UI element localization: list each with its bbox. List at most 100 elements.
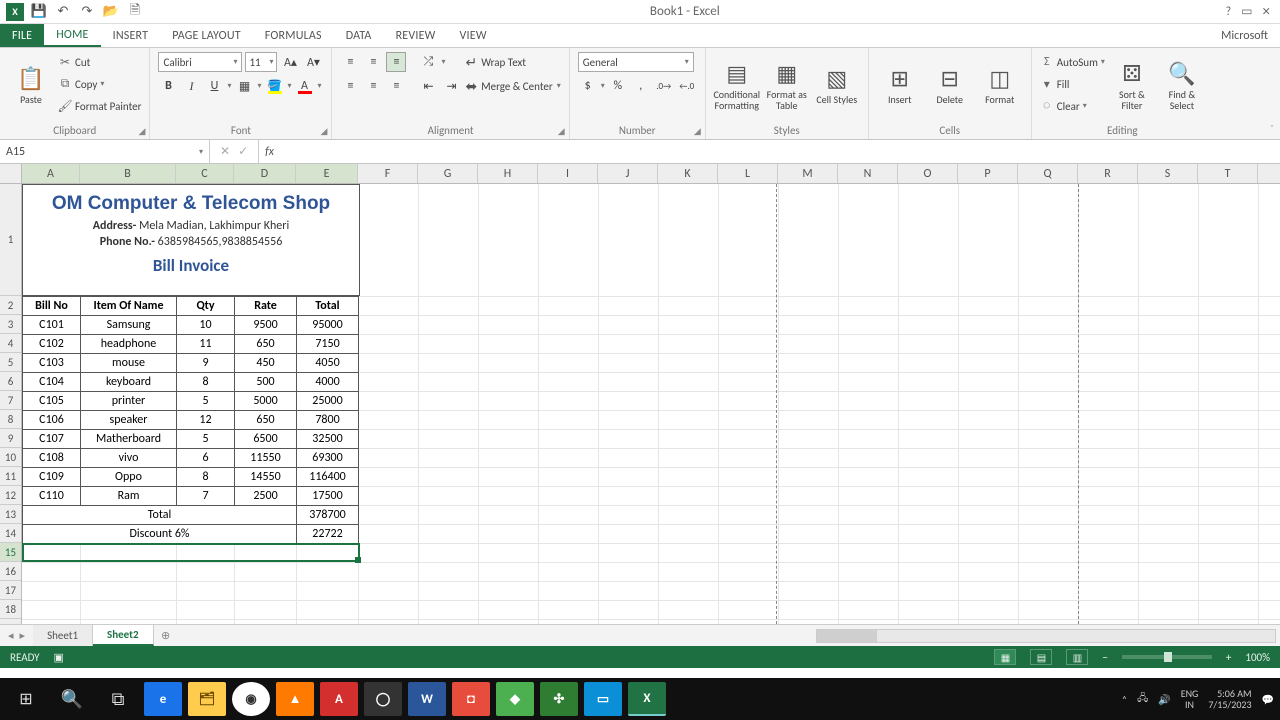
horizontal-scrollbar[interactable] [816,629,1276,643]
cancel-formula-icon[interactable]: ✕ [220,144,230,159]
help-icon[interactable]: ? [1226,5,1232,19]
orientation-icon[interactable]: ⤮ [418,52,438,72]
qat-save-icon[interactable]: 💾 [30,3,48,21]
fx-icon[interactable]: fx [259,140,280,163]
tab-file[interactable]: FILE [0,24,44,47]
col-header[interactable]: G [418,164,478,183]
taskbar-chrome-icon[interactable]: ◉ [232,682,270,716]
select-all-corner[interactable] [0,164,22,184]
taskbar-pdf-icon[interactable]: A [320,682,358,716]
align-bottom-icon[interactable]: ≡ [386,52,406,72]
tray-notifications-icon[interactable]: 💬 [1262,693,1274,706]
task-view-button[interactable]: ⧉ [98,682,138,716]
tab-page-layout[interactable]: PAGE LAYOUT [160,24,253,47]
col-header[interactable]: T [1198,164,1258,183]
borders-button[interactable]: ▦ [234,76,254,96]
qat-new-icon[interactable]: 🗎 [126,3,144,21]
number-launcher-icon[interactable]: ◢ [694,126,701,137]
taskbar-app-icon[interactable]: ▭ [584,682,622,716]
zoom-in-icon[interactable]: + [1226,651,1231,664]
row-header[interactable]: 6 [0,372,21,391]
clipboard-launcher-icon[interactable]: ◢ [139,126,146,137]
zoom-slider[interactable] [1122,655,1212,659]
col-header[interactable]: A [22,164,80,183]
shrink-font-icon[interactable]: A▾ [303,52,323,72]
sheet-tab-sheet2[interactable]: Sheet2 [93,625,154,646]
italic-button[interactable]: I [181,76,201,96]
tab-data[interactable]: DATA [334,24,384,47]
tab-insert[interactable]: INSERT [101,24,161,47]
col-header[interactable]: D [234,164,296,183]
formula-input[interactable] [280,140,1280,163]
start-button[interactable]: ⊞ [6,682,46,716]
row-header[interactable]: 18 [0,600,21,619]
taskbar-vlc-icon[interactable]: ▲ [276,682,314,716]
col-header[interactable]: R [1078,164,1138,183]
percent-icon[interactable]: % [608,76,628,96]
col-header[interactable]: S [1138,164,1198,183]
row-header[interactable]: 9 [0,429,21,448]
qat-undo-icon[interactable]: ↶ [54,3,72,21]
paste-button[interactable]: 📋 Paste [8,52,54,118]
fill-color-button[interactable]: 🪣 [265,76,285,96]
font-name-combo[interactable]: Calibri▾ [158,52,242,72]
tray-clock[interactable]: 5:06 AM7/15/2023 [1208,688,1251,710]
col-header[interactable]: J [598,164,658,183]
row-header[interactable]: 10 [0,448,21,467]
tray-network-icon[interactable]: 🖧 [1137,691,1148,708]
qat-redo-icon[interactable]: ↷ [78,3,96,21]
align-center-icon[interactable]: ≡ [363,76,383,96]
delete-cells-button[interactable]: ⊟Delete [927,52,973,118]
tray-volume-icon[interactable]: 🔊 [1158,693,1170,706]
row-header[interactable]: 4 [0,334,21,353]
row-header[interactable]: 5 [0,353,21,372]
format-cells-button[interactable]: ◫Format [977,52,1023,118]
zoom-level[interactable]: 100% [1245,651,1270,664]
merge-center-button[interactable]: ⬌Merge & Center▾ [465,76,560,96]
row-header[interactable]: 11 [0,467,21,486]
worksheet-grid[interactable]: ABCDEFGHIJKLMNOPQRST 1234567891011121314… [0,164,1280,624]
row-header[interactable]: 12 [0,486,21,505]
qat-open-icon[interactable]: 📂 [102,3,120,21]
tab-review[interactable]: REVIEW [384,24,448,47]
row-header[interactable]: 13 [0,505,21,524]
bold-button[interactable]: B [158,76,178,96]
number-format-combo[interactable]: General▾ [578,52,694,72]
sheet-nav-next-icon[interactable]: ▸ [20,629,26,642]
taskbar-app-icon[interactable]: ◯ [364,682,402,716]
row-header[interactable]: 8 [0,410,21,429]
taskbar-excel-icon[interactable]: X [628,682,666,716]
row-header[interactable]: 17 [0,581,21,600]
row-header[interactable]: 3 [0,315,21,334]
font-launcher-icon[interactable]: ◢ [321,126,328,137]
alignment-launcher-icon[interactable]: ◢ [558,126,565,137]
ribbon-options-icon[interactable]: ▭ [1241,4,1252,19]
zoom-out-icon[interactable]: − [1102,651,1107,664]
taskbar-explorer-icon[interactable]: 🗂 [188,682,226,716]
cond-format-button[interactable]: ▤Conditional Formatting [714,52,760,118]
tray-language[interactable]: ENGIN [1181,688,1199,710]
outdent-icon[interactable]: ⇤ [418,76,438,96]
col-header[interactable]: K [658,164,718,183]
align-top-icon[interactable]: ≡ [340,52,360,72]
tab-formulas[interactable]: FORMULAS [253,24,334,47]
col-header[interactable]: L [718,164,778,183]
macro-record-icon[interactable]: ▣ [54,651,64,664]
tab-view[interactable]: VIEW [448,24,499,47]
row-header[interactable]: 1 [0,184,21,296]
taskbar-edge-icon[interactable]: e [144,682,182,716]
align-left-icon[interactable]: ≡ [340,76,360,96]
cell-styles-button[interactable]: ▧Cell Styles [814,52,860,118]
row-header[interactable]: 16 [0,562,21,581]
taskbar-app-icon[interactable]: ◆ [496,682,534,716]
col-header[interactable]: E [296,164,358,183]
col-header[interactable]: F [358,164,418,183]
align-middle-icon[interactable]: ≡ [363,52,383,72]
align-right-icon[interactable]: ≡ [386,76,406,96]
close-icon[interactable]: × [1263,3,1270,21]
cut-button[interactable]: ✂Cut [58,52,141,72]
row-headers[interactable]: 123456789101112131415161718 [0,184,22,624]
font-color-button[interactable]: A [295,76,315,96]
taskbar-app-icon[interactable]: ✣ [540,682,578,716]
col-header[interactable]: H [478,164,538,183]
